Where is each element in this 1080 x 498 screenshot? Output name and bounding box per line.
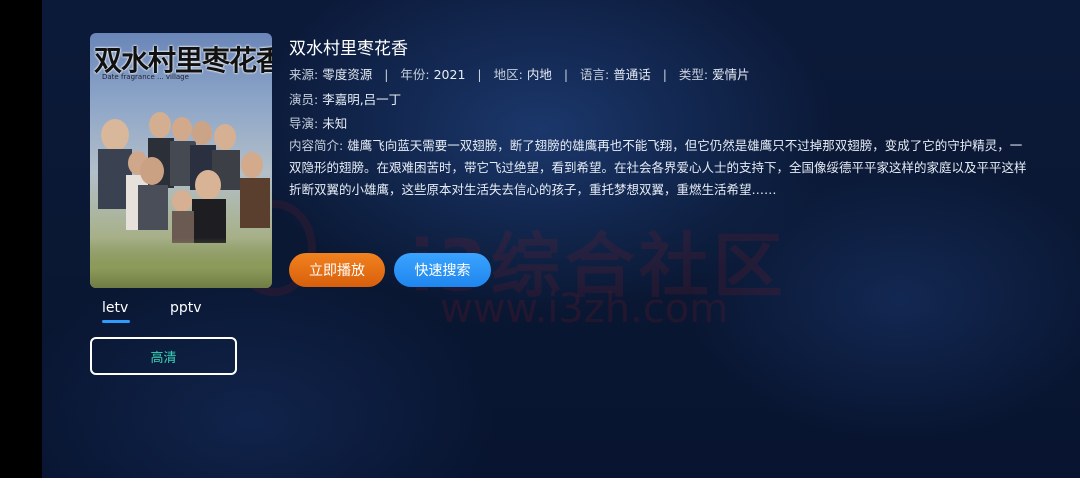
poster-ground (90, 238, 272, 288)
director-label: 导演: (289, 116, 319, 131)
region-value: 内地 (526, 67, 552, 82)
actors-label: 演员: (289, 92, 319, 107)
poster-subtitle: Date fragrance ... village (102, 73, 189, 81)
left-edge (0, 0, 42, 478)
quality-label: 高清 (150, 350, 177, 366)
watermark-url: www.i3zh.com (440, 286, 729, 332)
language-value: 普通话 (613, 67, 651, 82)
director-value: 未知 (322, 116, 348, 131)
year-label: 年份: (400, 67, 430, 82)
description-label: 内容简介: (289, 138, 344, 153)
source-label: 来源: (289, 67, 319, 82)
actors-value: 李嘉明,吕一丁 (322, 92, 402, 107)
poster-cast-image (98, 112, 270, 243)
language-label: 语言: (580, 67, 610, 82)
genre-label: 类型: (678, 67, 709, 82)
region-label: 地区: (493, 67, 523, 82)
active-tab-indicator (102, 320, 130, 323)
detail-screen: i3综合社区 www.i3zh.com 双水村里枣花香 Date fragran… (0, 0, 1080, 478)
actors-line: 演员: 李嘉明,吕一丁 (289, 89, 401, 108)
play-now-button[interactable]: 立即播放 (289, 253, 385, 287)
quick-search-button[interactable]: 快速搜索 (394, 253, 491, 287)
movie-poster[interactable]: 双水村里枣花香 Date fragrance ... village (90, 33, 272, 288)
movie-title: 双水村里枣花香 (289, 39, 408, 59)
source-tab-letv[interactable]: letv (102, 300, 128, 316)
source-tab-pptv[interactable]: pptv (170, 300, 202, 316)
quality-button[interactable]: 高清 (90, 337, 237, 375)
genre-value: 爱情片 (712, 67, 750, 82)
description-text: 雄鹰飞向蓝天需要一双翅膀，断了翅膀的雄鹰再也不能飞翔，但它仍然是雄鹰只不过掉那双… (289, 138, 1027, 197)
meta-separator: | (563, 67, 569, 82)
description: 内容简介: 雄鹰飞向蓝天需要一双翅膀，断了翅膀的雄鹰再也不能飞翔，但它仍然是雄鹰… (289, 135, 1034, 201)
source-value: 零度资源 (322, 67, 373, 82)
year-value: 2021 (433, 67, 466, 82)
meta-separator: | (477, 67, 482, 82)
movie-meta: 来源: 零度资源 | 年份: 2021 | 地区: 内地 | 语言: 普通话 |… (289, 64, 750, 83)
meta-separator: | (662, 67, 667, 82)
director-line: 导演: 未知 (289, 113, 347, 132)
meta-separator: | (384, 67, 389, 82)
